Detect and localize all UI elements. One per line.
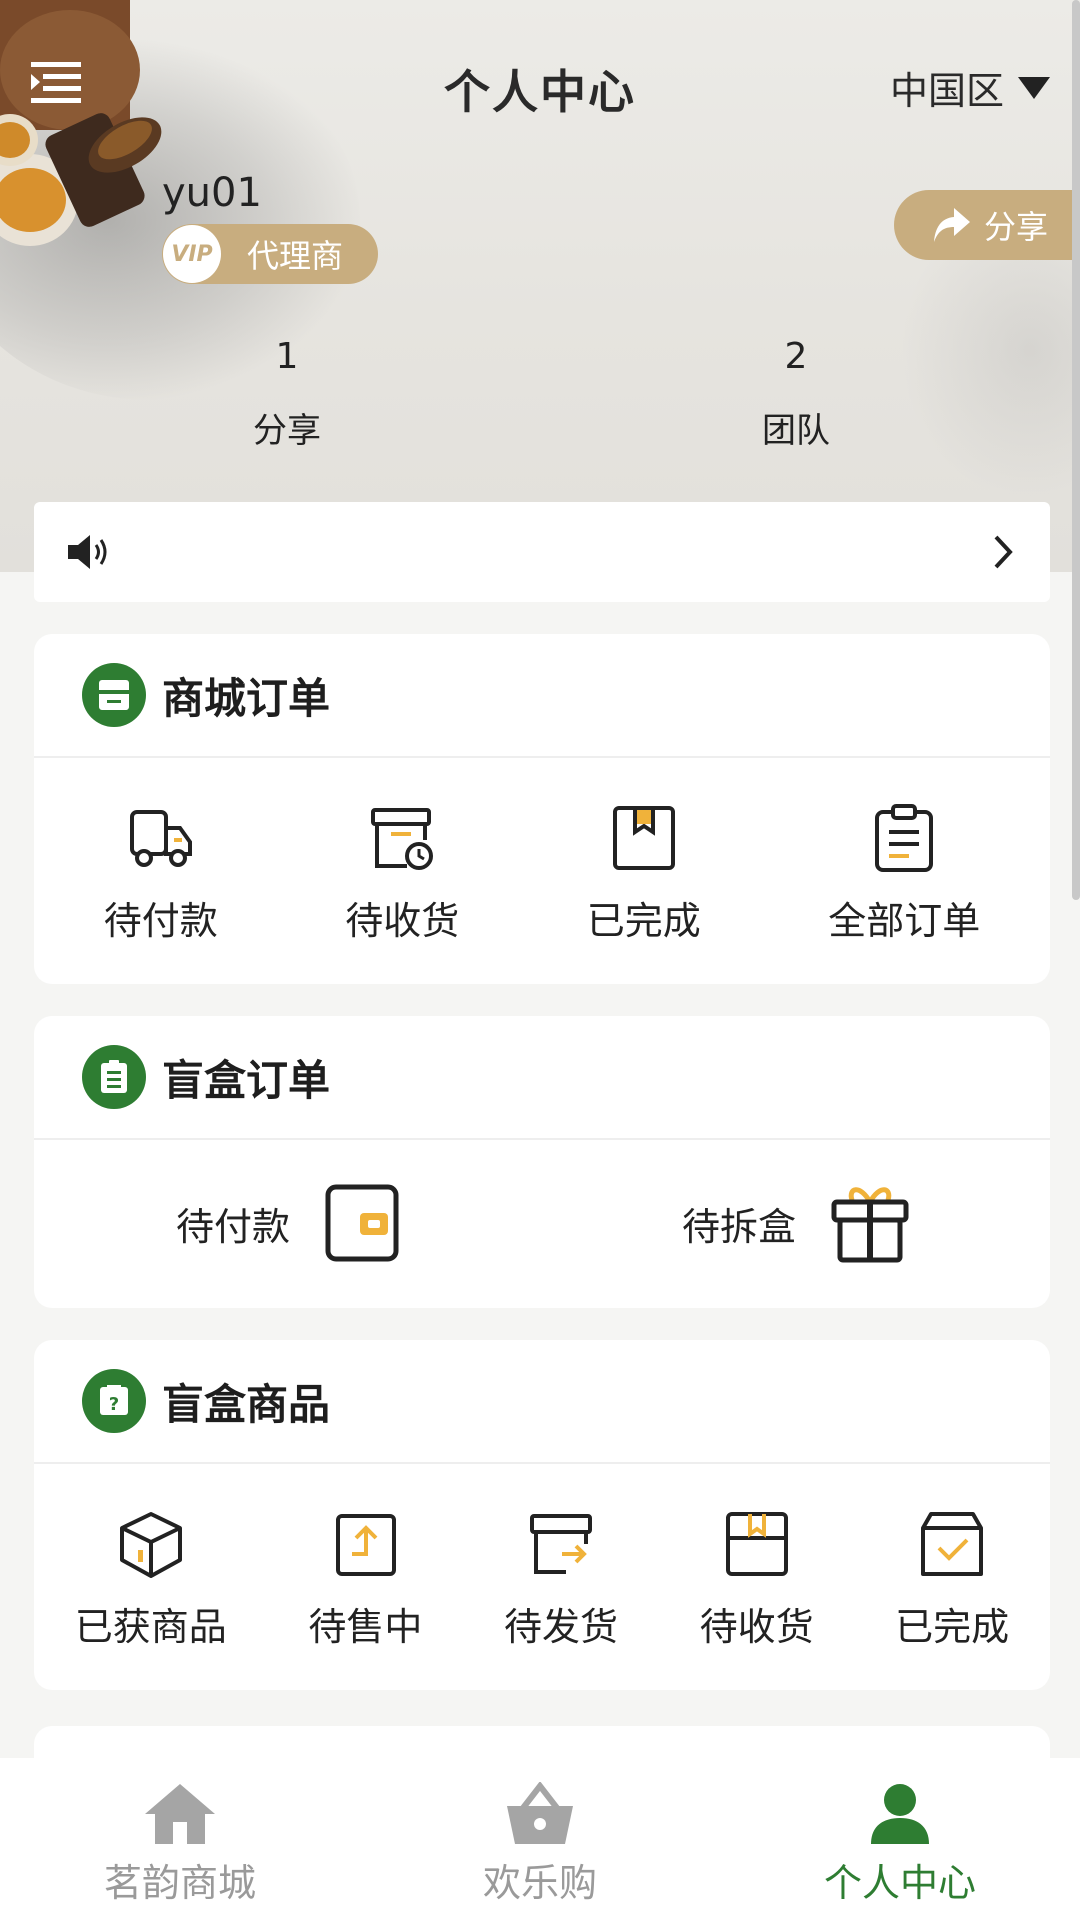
person-icon [871,1784,929,1844]
vip-icon: VIP [163,225,221,283]
stat-team-value: 2 [784,336,808,377]
goods-pending-receipt-label: 待收货 [699,1605,814,1649]
list-icon [82,1045,146,1109]
goods-on-sale-label: 待售中 [308,1605,423,1649]
goods-pending-shipment-label: 待发货 [503,1605,618,1649]
announcement-bar[interactable] [34,502,1050,602]
blindbox-goods-header: ? 盲盒商品 [34,1340,1050,1464]
stat-share[interactable]: 1 分享 [187,336,387,452]
done-box-icon [921,1512,984,1576]
wallet-icon [325,1184,399,1262]
mall-orders-title: 商城订单 [162,673,331,723]
order-pending-receipt-label: 待收货 [345,899,460,943]
basket-icon [507,1782,573,1844]
goods-obtained[interactable]: 已获商品 [75,1510,227,1651]
blindbox-orders-title: 盲盒订单 [162,1055,331,1105]
speaker-icon [68,535,107,569]
svg-text:?: ? [109,1394,119,1415]
goods-on-sale[interactable]: 待售中 [308,1510,422,1651]
gift-icon [831,1187,909,1263]
region-label: 中国区 [889,69,1004,113]
goods-completed[interactable]: 已完成 [895,1510,1009,1651]
order-all[interactable]: 全部订单 [828,804,980,945]
order-pending-payment-label: 待付款 [103,899,218,943]
order-completed[interactable]: 已完成 [587,804,701,945]
mall-orders-header: 商城订单 [34,634,1050,758]
package-icon [612,806,675,870]
caret-down-icon [1018,76,1050,99]
nav-item-happy-buy[interactable]: 欢乐购 [360,1758,720,1920]
blindbox-pending-payment[interactable]: 待付款 [34,1183,542,1263]
goods-pending-receipt[interactable]: 待收货 [700,1510,814,1651]
share-arrow-icon [934,208,970,242]
nav-item-happy-buy-label: 欢乐购 [482,1861,597,1905]
receive-box-icon [725,1512,788,1576]
store-icon [82,663,146,727]
stat-share-label: 分享 [253,411,321,451]
stat-team[interactable]: 2 团队 [696,336,896,452]
stat-share-value: 1 [275,336,299,377]
upload-box-icon [336,1514,397,1576]
order-all-label: 全部订单 [828,899,981,943]
username: yu01 [162,170,262,216]
nav-item-profile[interactable]: 个人中心 [720,1758,1080,1920]
blindbox-goods-title: 盲盒商品 [162,1379,331,1429]
nav-item-mall[interactable]: 茗韵商城 [0,1758,360,1920]
region-selector[interactable]: 中国区 [890,60,1050,115]
nav-item-mall-label: 茗韵商城 [103,1861,256,1905]
chevron-right-icon [994,535,1013,569]
order-pending-payment[interactable]: 待付款 [104,804,218,945]
mall-orders-card: 商城订单 待付款 待收货 已完成 全部订单 [34,634,1050,984]
box-clock-icon [371,808,434,870]
order-completed-label: 已完成 [586,899,701,943]
share-button[interactable]: 分享 [894,190,1080,260]
goods-obtained-label: 已获商品 [74,1605,227,1649]
blindbox-orders-header: 盲盒订单 [34,1016,1050,1140]
scrollbar[interactable] [1072,0,1080,900]
ship-box-icon [529,1514,592,1574]
blindbox-pending-unbox[interactable]: 待拆盒 [542,1182,1050,1264]
goods-completed-label: 已完成 [895,1605,1010,1649]
blindbox-orders-card: 盲盒订单 待付款 待拆盒 [34,1016,1050,1308]
stat-team-label: 团队 [762,411,830,451]
question-box-icon: ? [82,1369,146,1433]
nav-item-profile-label: 个人中心 [823,1861,976,1905]
goods-pending-shipment[interactable]: 待发货 [504,1510,618,1651]
share-label: 分享 [984,208,1049,246]
member-level-badge: VIP 代理商 [162,224,378,284]
blindbox-goods-card: ? 盲盒商品 已获商品 待售中 待发货 待收货 已完成 [34,1340,1050,1690]
cube-icon [119,1512,182,1578]
order-pending-receipt[interactable]: 待收货 [345,804,459,945]
member-level-label: 代理商 [247,237,344,275]
truck-icon [129,810,192,867]
bottom-navigation: 茗韵商城 欢乐购 个人中心 [0,1758,1080,1920]
blindbox-pending-payment-label: 待付款 [175,1204,290,1249]
home-icon [145,1784,215,1844]
clipboard-icon [875,804,934,872]
blindbox-pending-unbox-label: 待拆盒 [681,1204,796,1249]
